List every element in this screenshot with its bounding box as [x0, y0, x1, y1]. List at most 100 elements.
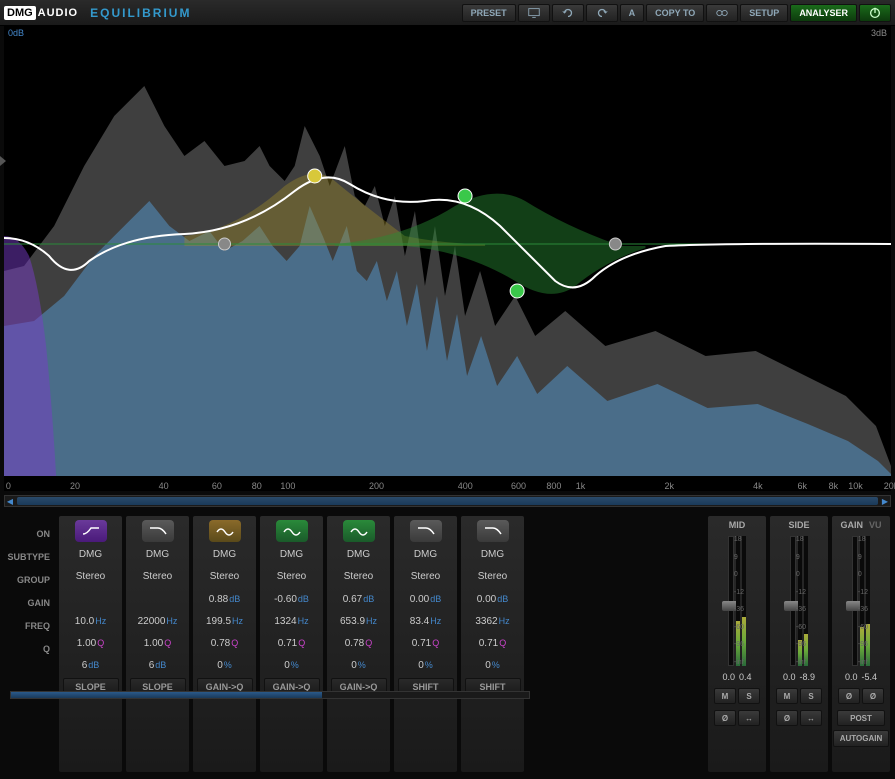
preset-button[interactable]: PRESET — [462, 4, 516, 22]
band-subtype[interactable]: DMG — [213, 544, 236, 566]
spectrum-plot[interactable] — [4, 26, 891, 476]
mute-button[interactable]: M — [714, 688, 736, 704]
redo-button[interactable] — [586, 4, 618, 22]
band-freq[interactable]: 83.4Hz — [410, 610, 441, 632]
solo-button[interactable]: S — [738, 688, 760, 704]
scroll-right-icon[interactable]: ▶ — [880, 496, 890, 506]
band-extra[interactable]: 0% — [418, 654, 433, 676]
band-group[interactable]: Stereo — [76, 566, 105, 588]
analyser-button[interactable]: ANALYSER — [790, 4, 857, 22]
band-extra[interactable]: 6dB — [149, 654, 167, 676]
band-freq[interactable]: 3362Hz — [475, 610, 509, 632]
band3-node[interactable] — [308, 169, 322, 183]
ab-button[interactable]: A — [620, 4, 645, 22]
band-group[interactable]: Stereo — [143, 566, 172, 588]
out-val2[interactable]: -8.9 — [800, 672, 816, 682]
toolbar: PRESET A COPY TO SETUP ANALYSER — [462, 4, 891, 22]
band-q[interactable]: 0.71Q — [278, 632, 305, 654]
band-gain[interactable]: 0.67dB — [343, 588, 374, 610]
band-subtype[interactable]: DMG — [146, 544, 169, 566]
band4-node[interactable] — [510, 284, 524, 298]
band-freq[interactable]: 10.0Hz — [75, 610, 106, 632]
band-q[interactable]: 1.00Q — [144, 632, 171, 654]
swap-button[interactable]: ↔ — [738, 710, 760, 726]
solo-button[interactable]: S — [800, 688, 822, 704]
row-label: GROUP — [4, 569, 56, 592]
band-group[interactable]: Stereo — [210, 566, 239, 588]
band-extra[interactable]: 0% — [351, 654, 366, 676]
band-enable-button[interactable] — [343, 520, 375, 542]
scroll-left-icon[interactable]: ◀ — [5, 496, 15, 506]
autogain-button[interactable]: AUTOGAIN — [833, 730, 890, 747]
monitor-icon — [527, 6, 541, 20]
out-val2[interactable]: 0.4 — [739, 672, 752, 682]
band-enable-button[interactable] — [75, 520, 107, 542]
band-gain[interactable]: 0.88dB — [209, 588, 240, 610]
scroll-thumb[interactable] — [17, 497, 878, 505]
band7-node[interactable] — [609, 238, 621, 250]
band-freq[interactable]: 199.5Hz — [206, 610, 243, 632]
band-extra[interactable]: 0% — [284, 654, 299, 676]
logo-dmg: DMG — [4, 6, 36, 20]
out-val1[interactable]: 0.0 — [722, 672, 735, 682]
undo-icon — [561, 6, 575, 20]
band-group[interactable]: Stereo — [277, 566, 306, 588]
analyzer-display[interactable]: 0dB 3dB 0204060801002004006008001k2k4k6k… — [4, 26, 891, 491]
side-arrow-icon[interactable] — [0, 156, 6, 166]
band-enable-button[interactable] — [477, 520, 509, 542]
freq-tick: 20k — [884, 481, 895, 491]
copyto-button[interactable]: COPY TO — [646, 4, 704, 22]
mute-button[interactable]: M — [776, 688, 798, 704]
band-freq[interactable]: 1324Hz — [274, 610, 308, 632]
band-extra[interactable]: 6dB — [82, 654, 100, 676]
band-q[interactable]: 0.71Q — [412, 632, 439, 654]
band-subtype[interactable]: DMG — [481, 544, 504, 566]
band-extra[interactable]: 0% — [217, 654, 232, 676]
band-enable-button[interactable] — [276, 520, 308, 542]
setup-button[interactable]: SETUP — [740, 4, 788, 22]
phase-button[interactable]: Ø — [714, 710, 736, 726]
link-button[interactable] — [706, 4, 738, 22]
band-subtype[interactable]: DMG — [414, 544, 437, 566]
swap-button[interactable]: ↔ — [800, 710, 822, 726]
out-val2[interactable]: -5.4 — [862, 672, 878, 682]
band-gain[interactable]: -0.60dB — [274, 588, 309, 610]
phase-button[interactable]: Ø — [862, 688, 884, 704]
phase-button[interactable]: Ø — [838, 688, 860, 704]
band-group[interactable]: Stereo — [478, 566, 507, 588]
band-extra[interactable]: 0% — [485, 654, 500, 676]
band-subtype[interactable]: DMG — [347, 544, 370, 566]
band-gain[interactable] — [157, 588, 158, 610]
out-val1[interactable]: 0.0 — [783, 672, 796, 682]
band-gain[interactable]: 0.00dB — [410, 588, 441, 610]
band-q[interactable]: 1.00Q — [77, 632, 104, 654]
out-val1[interactable]: 0.0 — [845, 672, 858, 682]
band-gain[interactable] — [90, 588, 91, 610]
band-subtype[interactable]: DMG — [79, 544, 102, 566]
band-q[interactable]: 0.71Q — [479, 632, 506, 654]
phase-button[interactable]: Ø — [776, 710, 798, 726]
freq-tick: 800 — [546, 481, 561, 491]
band-group[interactable]: Stereo — [344, 566, 373, 588]
undo-button[interactable] — [552, 4, 584, 22]
freq-scrollbar[interactable]: ◀ ▶ — [4, 495, 891, 507]
band-q[interactable]: 0.78Q — [211, 632, 238, 654]
progress-fill — [11, 692, 322, 698]
band-enable-button[interactable] — [410, 520, 442, 542]
power-button[interactable] — [859, 4, 891, 22]
band6-node[interactable] — [218, 238, 230, 250]
display-button[interactable] — [518, 4, 550, 22]
freq-tick: 0 — [6, 481, 11, 491]
header-toolbar: DMG AUDIO EQUILIBRIUM PRESET A COPY TO S… — [0, 0, 895, 26]
meter-wrap: 1890-12-36-60-96-inf — [728, 536, 746, 666]
band-subtype[interactable]: DMG — [280, 544, 303, 566]
band-enable-button[interactable] — [209, 520, 241, 542]
band5-node[interactable] — [458, 189, 472, 203]
band-gain[interactable]: 0.00dB — [477, 588, 508, 610]
band-freq[interactable]: 22000Hz — [138, 610, 178, 632]
band-enable-button[interactable] — [142, 520, 174, 542]
band-freq[interactable]: 653.9Hz — [340, 610, 377, 632]
band-group[interactable]: Stereo — [411, 566, 440, 588]
band-q[interactable]: 0.78Q — [345, 632, 372, 654]
post-button[interactable]: POST — [837, 710, 885, 726]
